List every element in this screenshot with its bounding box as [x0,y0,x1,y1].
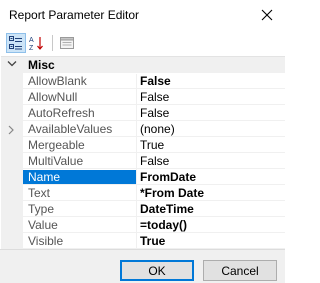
cancel-button[interactable]: Cancel [203,260,277,281]
property-value[interactable]: DateTime [137,202,285,217]
property-name: AutoRefresh [23,106,136,121]
property-row-value[interactable]: Value =today() [1,218,285,234]
property-name: Mergeable [23,138,136,153]
svg-text:A: A [29,37,34,44]
property-value[interactable]: False [137,90,285,105]
chevron-right-icon[interactable] [7,125,15,135]
title-bar: Report Parameter Editor [0,0,285,30]
alphabetical-sort-icon: A Z [29,37,43,51]
property-name: AvailableValues [23,122,136,137]
property-row-multivalue[interactable]: MultiValue False [1,154,285,170]
property-row-name[interactable]: Name FromDate [1,170,285,186]
categorized-icon [9,36,22,50]
property-row-allowblank[interactable]: AllowBlank False [1,74,285,90]
property-name: Name [23,170,136,185]
property-name: Value [23,218,136,233]
close-icon [261,9,273,21]
toolbar-separator [52,35,53,51]
property-row-mergeable[interactable]: Mergeable True [1,138,285,154]
property-name: MultiValue [23,154,136,169]
category-row-misc[interactable]: Misc [1,57,285,73]
property-value[interactable]: (none) [137,122,285,137]
close-button[interactable] [249,0,285,30]
categorized-button[interactable] [6,33,26,53]
property-value[interactable]: True [137,234,285,249]
property-name: Visible [23,234,136,249]
property-value[interactable]: True [137,138,285,153]
property-row-type[interactable]: Type DateTime [1,202,285,218]
property-name: Type [23,202,136,217]
property-value[interactable]: False [137,154,285,169]
category-label: Misc [28,58,55,72]
property-value[interactable]: FromDate [137,170,285,185]
svg-text:Z: Z [29,45,34,51]
property-row-availablevalues[interactable]: AvailableValues (none) [1,122,285,138]
property-name: AllowBlank [23,74,136,89]
property-value[interactable]: False [137,74,285,89]
property-grid: Misc AllowBlank False AllowNull False AutoRe… [1,56,285,250]
property-value[interactable]: =today() [137,218,285,233]
property-row-visible[interactable]: Visible True [1,234,285,250]
property-grid-toolbar: A Z [0,31,285,55]
property-row-text[interactable]: Text *From Date [1,186,285,202]
property-value[interactable]: False [137,106,285,121]
property-pages-button[interactable] [57,33,77,53]
ok-button[interactable]: OK [120,260,194,281]
window-title: Report Parameter Editor [9,8,140,22]
property-name: Text [23,186,136,201]
report-parameter-editor-dialog: Report Parameter Editor A Z Misc AllowBl… [0,0,285,283]
alphabetical-button[interactable]: A Z [27,33,47,53]
property-pages-icon [60,37,74,49]
chevron-down-icon [7,61,17,67]
property-row-autorefresh[interactable]: AutoRefresh False [1,106,285,122]
property-value[interactable]: *From Date [137,186,285,201]
property-row-allownull[interactable]: AllowNull False [1,90,285,106]
property-name: AllowNull [23,90,136,105]
dialog-footer: OK Cancel [0,249,285,283]
